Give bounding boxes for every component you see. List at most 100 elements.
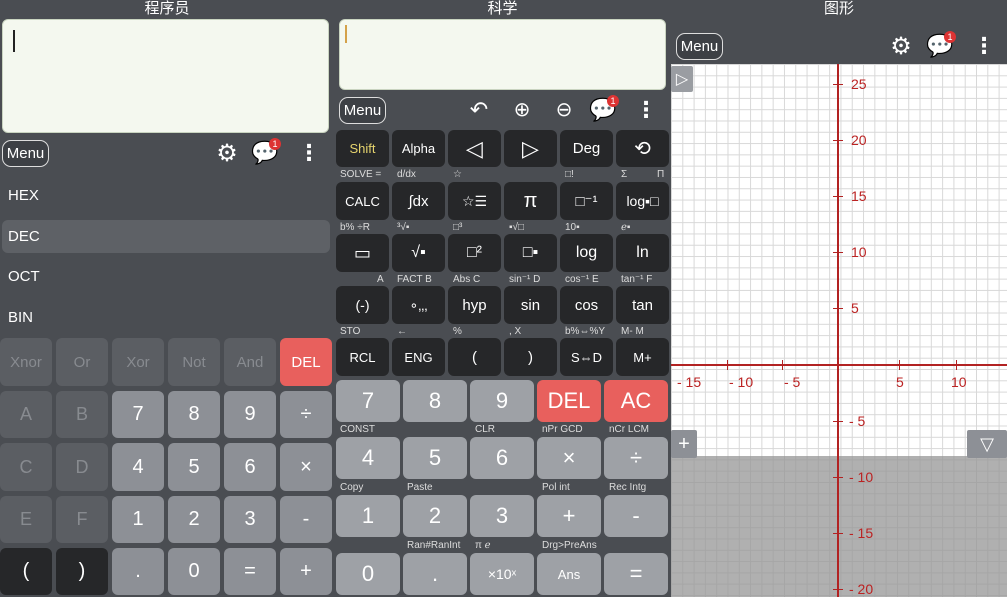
- programmer-display[interactable]: [2, 19, 329, 133]
- hyp-button[interactable]: hyp: [448, 286, 501, 324]
- dms-button[interactable]: ∘‚‚‚: [392, 286, 445, 324]
- del-button[interactable]: DEL: [280, 338, 332, 386]
- gear-icon[interactable]: ⚙: [213, 139, 241, 167]
- equals-button[interactable]: =: [604, 553, 668, 595]
- digit-9-button[interactable]: 9: [470, 380, 534, 422]
- zoom-in-icon[interactable]: ⊕: [508, 97, 536, 125]
- base-dec[interactable]: DEC: [2, 220, 330, 253]
- plus-button[interactable]: +: [280, 548, 332, 595]
- programmer-menu-button[interactable]: Menu: [2, 140, 49, 167]
- alpha-button[interactable]: Alpha: [392, 130, 445, 167]
- digit-0-button[interactable]: 0: [336, 553, 400, 595]
- digit-4-button[interactable]: 4: [336, 437, 400, 479]
- scientific-display[interactable]: [339, 19, 666, 90]
- minus-button[interactable]: -: [280, 496, 332, 543]
- gear-icon[interactable]: ⚙: [887, 32, 915, 60]
- ans-button[interactable]: Ans: [537, 553, 601, 595]
- and-button[interactable]: And: [224, 338, 276, 386]
- sin-button[interactable]: sin: [504, 286, 557, 324]
- open-paren-button[interactable]: (: [448, 338, 501, 376]
- hex-d-button[interactable]: D: [56, 443, 108, 491]
- undo-icon[interactable]: ↶: [465, 97, 493, 125]
- digit-2-button[interactable]: 2: [168, 496, 220, 543]
- multiply-button[interactable]: ×: [537, 437, 601, 479]
- close-paren-button[interactable]: ): [56, 548, 108, 595]
- hex-f-button[interactable]: F: [56, 496, 108, 543]
- inverse-button[interactable]: □⁻¹: [560, 182, 613, 220]
- expand-panel-button[interactable]: ▷: [671, 66, 693, 92]
- eng-button[interactable]: ENG: [392, 338, 445, 376]
- digit-7-button[interactable]: 7: [112, 391, 164, 438]
- base-oct[interactable]: OCT: [0, 261, 330, 293]
- del-button[interactable]: DEL: [537, 380, 601, 422]
- base-hex[interactable]: HEX: [0, 180, 330, 212]
- digit-8-button[interactable]: 8: [168, 391, 220, 438]
- digit-1-button[interactable]: 1: [336, 495, 400, 537]
- history-button[interactable]: ⟲: [616, 130, 669, 167]
- digit-9-button[interactable]: 9: [224, 391, 276, 438]
- or-button[interactable]: Or: [56, 338, 108, 386]
- square-button[interactable]: □²: [448, 234, 501, 272]
- more-vert-icon[interactable]: ⋮: [635, 97, 657, 125]
- collapse-list-button[interactable]: ▽: [967, 430, 1007, 458]
- digit-3-button[interactable]: 3: [470, 495, 534, 537]
- divide-button[interactable]: ÷: [280, 391, 332, 438]
- graph-menu-button[interactable]: Menu: [676, 33, 723, 60]
- cursor-right-button[interactable]: ▷: [504, 130, 557, 167]
- xnor-button[interactable]: Xnor: [0, 338, 52, 386]
- multiply-button[interactable]: ×: [280, 443, 332, 491]
- close-paren-button[interactable]: ): [504, 338, 557, 376]
- digit-6-button[interactable]: 6: [470, 437, 534, 479]
- s-d-button[interactable]: S⇔D: [560, 338, 613, 376]
- shift-button[interactable]: Shift: [336, 130, 389, 167]
- ac-button[interactable]: AC: [604, 380, 668, 422]
- minus-button[interactable]: -: [604, 495, 668, 537]
- equals-button[interactable]: =: [224, 548, 276, 595]
- base-bin[interactable]: BIN: [0, 302, 330, 334]
- more-vert-icon[interactable]: ⋮: [298, 140, 320, 168]
- m-plus-button[interactable]: M+: [616, 338, 669, 376]
- hex-c-button[interactable]: C: [0, 443, 52, 491]
- plus-button[interactable]: +: [537, 495, 601, 537]
- add-function-button[interactable]: +: [671, 430, 697, 458]
- digit-8-button[interactable]: 8: [403, 380, 467, 422]
- log-base-button[interactable]: log▪□: [616, 182, 669, 220]
- digit-5-button[interactable]: 5: [403, 437, 467, 479]
- exp10-button[interactable]: ×10ˣ: [470, 553, 534, 595]
- cursor-left-button[interactable]: ◁: [448, 130, 501, 167]
- digit-5-button[interactable]: 5: [168, 443, 220, 491]
- log-button[interactable]: log: [560, 234, 613, 272]
- digit-4-button[interactable]: 4: [112, 443, 164, 491]
- divide-button[interactable]: ÷: [604, 437, 668, 479]
- sqrt-button[interactable]: √▪: [392, 234, 445, 272]
- hex-a-button[interactable]: A: [0, 391, 52, 438]
- not-button[interactable]: Not: [168, 338, 220, 386]
- deg-button[interactable]: Deg: [560, 130, 613, 167]
- digit-7-button[interactable]: 7: [336, 380, 400, 422]
- fraction-button[interactable]: ▭: [336, 234, 389, 272]
- integral-button[interactable]: ∫dx: [392, 182, 445, 220]
- pi-button[interactable]: π: [504, 182, 557, 220]
- ln-button[interactable]: ln: [616, 234, 669, 272]
- digit-3-button[interactable]: 3: [224, 496, 276, 543]
- dot-button[interactable]: .: [112, 548, 164, 595]
- scientific-menu-button[interactable]: Menu: [339, 97, 386, 124]
- digit-2-button[interactable]: 2: [403, 495, 467, 537]
- open-paren-button[interactable]: (: [0, 548, 52, 595]
- digit-6-button[interactable]: 6: [224, 443, 276, 491]
- digit-1-button[interactable]: 1: [112, 496, 164, 543]
- dot-button[interactable]: .: [403, 553, 467, 595]
- zoom-out-icon[interactable]: ⊖: [550, 97, 578, 125]
- negate-button[interactable]: (-): [336, 286, 389, 324]
- power-button[interactable]: □▪: [504, 234, 557, 272]
- fav-list-button[interactable]: ☆☰: [448, 182, 501, 220]
- digit-0-button[interactable]: 0: [168, 548, 220, 595]
- hex-e-button[interactable]: E: [0, 496, 52, 543]
- hex-b-button[interactable]: B: [56, 391, 108, 438]
- tan-button[interactable]: tan: [616, 286, 669, 324]
- rcl-button[interactable]: RCL: [336, 338, 389, 376]
- xor-button[interactable]: Xor: [112, 338, 164, 386]
- cos-button[interactable]: cos: [560, 286, 613, 324]
- more-vert-icon[interactable]: ⋮: [973, 33, 995, 61]
- calc-button[interactable]: CALC: [336, 182, 389, 220]
